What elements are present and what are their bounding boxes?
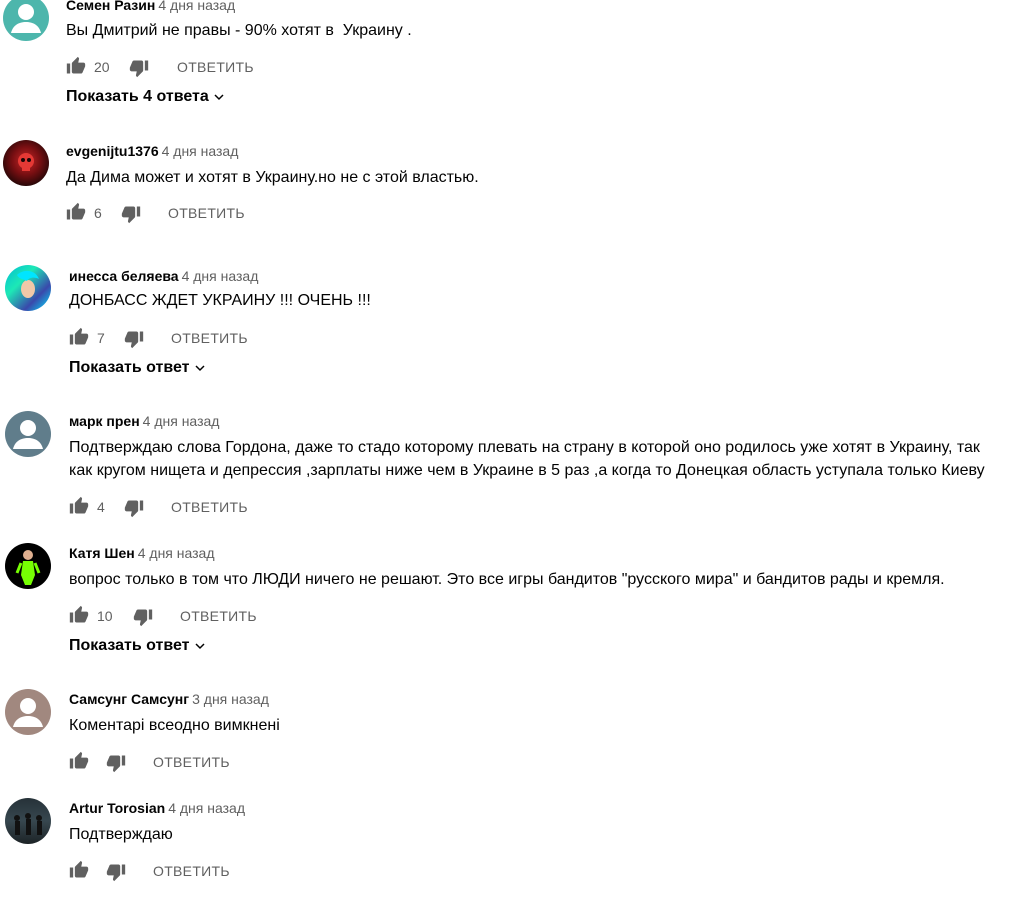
reply-button[interactable]: ОТВЕТИТЬ [153,753,230,771]
timestamp[interactable]: 3 дня назад [192,691,269,707]
comment-text: ДОНБАСС ЖДЕТ УКРАИНУ !!! ОЧЕНЬ !!! [69,292,371,309]
thumb-down-icon[interactable] [133,607,153,627]
thumb-down-icon[interactable] [129,58,149,78]
author-name[interactable]: Самсунг Самсунг [69,691,189,707]
like-count: 7 [97,330,105,346]
timestamp[interactable]: 4 дня назад [182,268,259,284]
show-replies-button[interactable]: Показать ответ [69,359,208,377]
thumb-down-icon[interactable] [106,862,126,882]
timestamp[interactable]: 4 дня назад [168,800,245,816]
comment-actions: 10 ОТВЕТИТЬ [69,605,369,629]
comment-actions: 7 ОТВЕТИТЬ [69,327,369,351]
reply-button[interactable]: ОТВЕТИТЬ [171,329,248,347]
thumb-up-icon[interactable] [69,751,89,771]
comment-text: Коментарі всеодно вимкнені [69,717,280,734]
author-name[interactable]: марк прен [69,413,140,429]
thumb-down-icon[interactable] [106,753,126,773]
thumb-up-icon[interactable] [66,202,86,222]
timestamp[interactable]: 4 дня назад [138,545,215,561]
show-replies-button[interactable]: Показать ответ [69,637,208,655]
comment-text: вопрос только в том что ЛЮДИ ничего не р… [69,571,945,588]
timestamp[interactable]: 4 дня назад [162,143,239,159]
thumb-up-icon[interactable] [66,56,86,76]
author-name[interactable]: Катя Шен [69,545,135,561]
comment-text: Да Дима может и хотят в Украину.но не с … [66,169,479,186]
show-replies-button[interactable]: Показать 4 ответа [66,88,227,106]
chevron-down-icon [211,89,227,105]
avatar[interactable] [5,265,51,311]
author-name[interactable]: Artur Torosian [69,800,165,816]
like-count: 4 [97,499,105,515]
reply-button[interactable]: ОТВЕТИТЬ [177,58,254,76]
avatar[interactable] [5,543,51,589]
thumb-up-icon[interactable] [69,496,89,516]
thumb-up-icon[interactable] [69,605,89,625]
avatar[interactable] [3,0,49,41]
avatar[interactable] [3,140,49,186]
reply-button[interactable]: ОТВЕТИТЬ [180,607,257,625]
avatar[interactable] [5,411,51,457]
comment-actions: 4 ОТВЕТИТЬ [69,496,369,520]
timestamp[interactable]: 4 дня назад [143,413,220,429]
comment-actions: 6 ОТВЕТИТЬ [66,202,366,226]
author-name[interactable]: evgenijtu1376 [66,143,159,159]
comment-text: Подтверждаю [69,826,173,843]
comment-text: Вы Дмитрий не правы - 90% хотят в Украин… [66,22,412,39]
timestamp[interactable]: 4 дня назад [158,0,235,13]
reply-button[interactable]: ОТВЕТИТЬ [153,862,230,880]
reply-button[interactable]: ОТВЕТИТЬ [168,204,245,222]
thumb-down-icon[interactable] [124,329,144,349]
avatar[interactable] [5,689,51,735]
thumb-down-icon[interactable] [124,498,144,518]
reply-button[interactable]: ОТВЕТИТЬ [171,498,248,516]
author-name[interactable]: Семен Разин [66,0,155,13]
like-count: 20 [94,59,110,75]
avatar[interactable] [5,798,51,844]
comment-text: Подтверждаю слова Гордона, даже то стадо… [69,439,980,456]
chevron-down-icon [192,360,208,376]
chevron-down-icon [192,638,208,654]
thumb-up-icon[interactable] [69,327,89,347]
like-count: 10 [97,608,113,624]
like-count: 6 [94,205,102,221]
thumb-down-icon[interactable] [121,204,141,224]
comment-actions: ОТВЕТИТЬ [69,860,369,884]
author-name[interactable]: инесса беляева [69,268,179,284]
comment-actions: ОТВЕТИТЬ [69,751,369,775]
comment-text: как кругом нищета и депрессия ,зарплаты … [69,462,985,479]
comment-actions: 20 ОТВЕТИТЬ [66,56,366,80]
thumb-up-icon[interactable] [69,860,89,880]
